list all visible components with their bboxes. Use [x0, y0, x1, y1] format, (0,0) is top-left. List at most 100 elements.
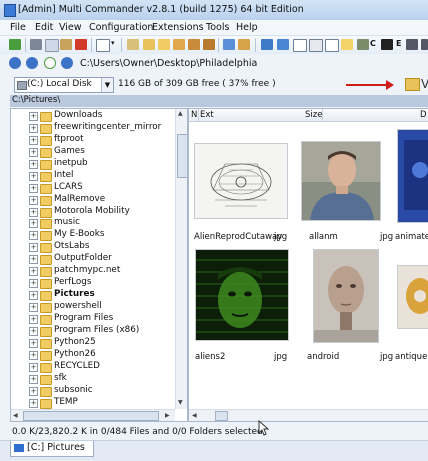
tree-item[interactable]: + MalRemove [11, 194, 175, 206]
folder-browse-icon[interactable] [405, 78, 420, 91]
new-folder-icon[interactable] [143, 39, 155, 50]
tree-item[interactable]: + Downloads [11, 110, 175, 122]
expand-icon[interactable]: + [29, 267, 38, 277]
delete-icon[interactable] [75, 39, 87, 50]
scroll-thumb[interactable] [177, 134, 187, 178]
file-view-icon[interactable] [261, 39, 273, 50]
tree-item[interactable]: + Program Files [11, 313, 175, 325]
expand-icon[interactable]: + [29, 123, 38, 133]
drive-c-icon[interactable] [357, 39, 369, 50]
back-icon[interactable] [9, 57, 21, 69]
archive-icon[interactable] [341, 39, 353, 50]
expand-icon[interactable]: + [29, 374, 38, 384]
properties-icon[interactable] [238, 39, 250, 50]
thumbnail-antiquephone[interactable] [397, 265, 428, 329]
scroll-up-icon[interactable]: ▲ [178, 110, 183, 117]
chevron-down-icon[interactable]: ▾ [111, 39, 115, 47]
tree-item[interactable]: + patchmypc.net [11, 265, 175, 278]
tree-item[interactable]: + Python25 [11, 337, 175, 349]
edit-icon[interactable] [223, 39, 235, 50]
file-name[interactable]: animated [395, 232, 428, 242]
expand-icon[interactable]: + [29, 314, 38, 324]
view-mode-icon[interactable] [96, 39, 110, 52]
expand-icon[interactable]: + [29, 279, 38, 289]
expand-icon[interactable]: + [29, 255, 38, 265]
expand-icon[interactable]: + [29, 159, 38, 169]
menu-file[interactable]: File [10, 22, 26, 33]
thumbnail-android[interactable] [313, 249, 379, 343]
drive-c-label[interactable]: C [370, 39, 376, 48]
tree-item[interactable]: + sfk [11, 373, 175, 385]
column-d[interactable]: D [420, 110, 427, 120]
thumbnail-animated[interactable] [397, 129, 428, 223]
tree-item[interactable]: + Python26 [11, 349, 175, 361]
expand-icon[interactable]: + [29, 338, 38, 348]
forward-icon[interactable] [26, 57, 38, 69]
tree-item[interactable]: + subsonic [11, 385, 175, 397]
scroll-left-icon[interactable]: ◀ [13, 412, 18, 419]
compare-icon[interactable] [309, 39, 323, 52]
notepad-icon[interactable] [325, 39, 339, 52]
bookmark-icon[interactable] [127, 39, 139, 50]
tree-item[interactable]: + RECYCLED [11, 361, 175, 373]
scroll-right-icon[interactable]: ▶ [165, 412, 170, 419]
menu-extensions[interactable]: Extensions [152, 22, 204, 33]
expand-icon[interactable]: + [29, 207, 38, 217]
tree-item[interactable]: + Games [11, 146, 175, 158]
file-name[interactable]: aliens2 [195, 352, 225, 362]
tree-vertical-scrollbar[interactable]: ▲ ▼ [175, 109, 187, 409]
scroll-thumb[interactable] [23, 411, 159, 421]
tree-horizontal-scrollbar[interactable]: ◀ ▶ [11, 409, 175, 421]
expand-icon[interactable]: + [29, 291, 38, 301]
file-name[interactable]: android [307, 352, 339, 362]
address-path[interactable]: C:\Users\Owner\Desktop\Philadelphia [80, 58, 257, 69]
up-icon[interactable] [61, 57, 73, 69]
thumbnail-allanm[interactable] [301, 141, 381, 221]
package-icon[interactable] [188, 39, 200, 50]
document-icon[interactable] [293, 39, 307, 52]
drive-e-icon[interactable] [381, 39, 393, 50]
expand-icon[interactable]: + [29, 219, 38, 229]
expand-icon[interactable]: + [29, 112, 38, 121]
drive-select[interactable]: (C:) Local Disk ▼ [14, 77, 114, 93]
expand-icon[interactable]: + [29, 362, 38, 372]
tree-item[interactable]: + Program Files (x86) [11, 325, 175, 337]
column-divider[interactable] [322, 109, 323, 121]
file-name[interactable]: antiquepl [395, 352, 428, 362]
expand-icon[interactable]: + [29, 303, 38, 312]
box-icon[interactable] [203, 39, 215, 50]
copy-icon[interactable] [45, 39, 59, 52]
menu-view[interactable]: View [59, 22, 82, 33]
chevron-down-icon[interactable]: ▼ [101, 78, 113, 92]
folder-sync-icon[interactable] [173, 39, 185, 50]
scroll-left-icon[interactable]: ◀ [192, 412, 197, 419]
drive-icon[interactable] [406, 39, 418, 50]
tree-item[interactable]: + powershell [11, 301, 175, 313]
tree-item[interactable]: + freewritingcenter_mirror [11, 122, 175, 134]
drive-e-label[interactable]: E [396, 39, 401, 48]
tree-item[interactable]: + Intel [11, 170, 175, 182]
tree-item[interactable]: + music [11, 217, 175, 230]
tree-item[interactable]: + My E-Books [11, 229, 175, 242]
expand-icon[interactable]: + [29, 350, 38, 360]
history-icon[interactable] [44, 57, 56, 69]
tree-item[interactable]: + Pictures [11, 289, 175, 302]
folder-icon[interactable] [158, 39, 170, 50]
thumbnail-alienreprodcutaway[interactable] [194, 143, 288, 219]
cut-icon[interactable] [30, 39, 42, 50]
tab-pictures[interactable]: [C:] Pictures [10, 441, 94, 457]
file-name[interactable]: allanm [309, 232, 338, 242]
expand-icon[interactable]: + [29, 135, 38, 145]
tree-item[interactable]: + OutputFolder [11, 253, 175, 266]
menu-tools[interactable]: Tools [206, 22, 229, 33]
expand-icon[interactable]: + [29, 147, 38, 157]
column-divider[interactable] [198, 109, 199, 121]
expand-icon[interactable]: + [29, 231, 38, 241]
tree-item[interactable]: + LCARS [11, 182, 175, 194]
paste-icon[interactable] [60, 39, 72, 50]
expand-icon[interactable]: + [29, 195, 38, 205]
expand-icon[interactable]: + [29, 326, 38, 336]
menu-edit[interactable]: Edit [35, 22, 53, 33]
column-ext[interactable]: Ext [200, 110, 214, 120]
tree-item[interactable]: + OtsLabs [11, 241, 175, 254]
